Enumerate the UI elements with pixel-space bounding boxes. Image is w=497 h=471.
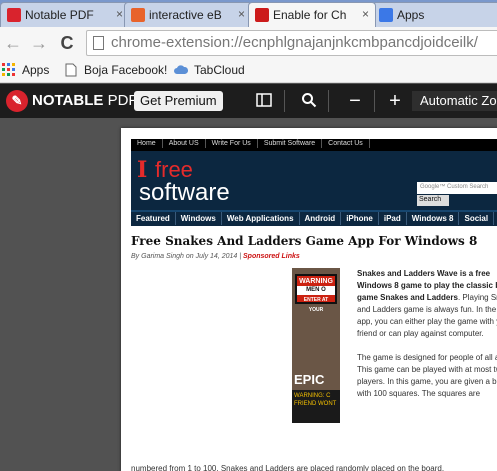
tab-apps[interactable]: Apps — [372, 2, 497, 27]
ad-bottom-caption: WARNING: C FRIEND WONT — [292, 390, 340, 423]
ebook-site-icon — [131, 8, 145, 22]
site-nav-windows8[interactable]: Windows 8 — [407, 212, 460, 225]
ad-warning-sign: WARNING MEN O ENTER AT YOUR — [295, 274, 337, 313]
get-premium-button[interactable]: Get Premium — [134, 91, 223, 111]
site-header: I free software Google™ Custom Search Se… — [131, 151, 497, 210]
article-body: Snakes and Ladders Wave is a free Window… — [357, 268, 497, 412]
byline-author[interactable]: Garima Singh — [141, 253, 184, 260]
site-link-write[interactable]: Write For Us — [206, 139, 258, 148]
adobe-pdf-icon — [255, 8, 269, 22]
site-logo-software: software — [139, 179, 230, 206]
tab-enable-for-chrome[interactable]: Enable for Ch × — [248, 2, 376, 27]
ad-warning-sub2: ENTER AT YOUR — [303, 297, 329, 313]
pdf-page: Home About US Write For Us Submit Software C… — [121, 128, 497, 471]
article-byline: By Garima Singh on July 14, 2014 | Spons… — [131, 253, 300, 260]
ad-epic-text: EPIC — [294, 372, 325, 387]
site-top-links: Home About US Write For Us Submit Software C… — [131, 139, 497, 151]
byline-by: By — [131, 253, 140, 260]
byline-on: on — [185, 253, 194, 260]
zoom-select[interactable]: Automatic Zoom — [412, 91, 497, 111]
address-text: chrome-extension://ecnphlgnajanjnkcmbpan… — [111, 34, 478, 51]
site-link-submit[interactable]: Submit Software — [258, 139, 323, 148]
site-nav-featured[interactable]: Featured — [131, 212, 176, 225]
ad-bottom-line1: WARNING: C — [294, 393, 331, 399]
bookmark-tabcloud[interactable]: TabCloud — [174, 63, 245, 77]
tab-label: interactive eB — [149, 8, 222, 22]
site-search-input[interactable]: Google™ Custom Search — [417, 182, 497, 194]
site-link-about[interactable]: About US — [163, 139, 206, 148]
apps-grid-icon — [379, 8, 393, 22]
bookmark-label: Apps — [22, 63, 50, 77]
byline-date: July 14, 2014 — [195, 253, 238, 260]
ad-bottom-line2: FRIEND WONT — [294, 401, 337, 407]
bookmark-boja-facebook[interactable]: Boja Facebook! — [64, 63, 167, 77]
toolbar-divider — [284, 90, 285, 112]
notable-logo-icon: ✎ — [6, 90, 28, 112]
search-icon[interactable] — [300, 92, 318, 110]
site-nav-android[interactable]: Android — [300, 212, 342, 225]
tab-label: Apps — [397, 8, 425, 22]
zoom-out-button[interactable]: − — [346, 91, 364, 111]
browser-toolbar: ← → C chrome-extension://ecnphlgnajanjnk… — [0, 27, 497, 59]
site-nav-social[interactable]: Social — [459, 212, 495, 225]
game-ad-image[interactable]: WARNING MEN O ENTER AT YOUR EPIC WARNING… — [292, 268, 340, 423]
zoom-in-button[interactable]: + — [386, 91, 404, 111]
ad-warning-text: WARNING — [299, 278, 333, 285]
sidebar-toggle-icon[interactable] — [255, 92, 273, 110]
article-paragraph: The game is designed for people of all a… — [357, 353, 497, 398]
site-nav-web-apps[interactable]: Web Applications — [222, 212, 300, 225]
tab-label: Notable PDF — [25, 8, 94, 22]
site-nav-windows[interactable]: Windows — [176, 212, 222, 225]
close-icon[interactable]: × — [238, 7, 245, 21]
sponsored-links[interactable]: Sponsored Links — [243, 253, 300, 260]
tab-interactive-ebook[interactable]: interactive eB × — [124, 2, 252, 27]
tab-strip: Notable PDF × interactive eB × Enable fo… — [0, 0, 497, 27]
notable-pdf-icon — [7, 8, 21, 22]
article-paragraph: Snakes and Ladders Wave is a free Window… — [357, 268, 497, 340]
bookmark-label: TabCloud — [194, 63, 245, 77]
article-paragraph-full: numbered from 1 to 100. Snakes and Ladde… — [131, 464, 445, 471]
site-nav-iphone[interactable]: iPhone — [341, 212, 379, 225]
tab-notable-pdf[interactable]: Notable PDF × — [0, 2, 130, 27]
site-link-home[interactable]: Home — [131, 139, 163, 148]
site-link-contact[interactable]: Contact Us — [322, 139, 370, 148]
close-icon[interactable]: × — [362, 7, 369, 21]
pdf-toolbar: ✎ NOTABLE PDF Get Premium − + Automatic Z… — [0, 84, 497, 118]
close-icon[interactable]: × — [116, 7, 123, 21]
bookmark-apps[interactable]: Apps — [2, 63, 49, 77]
article-title: Free Snakes And Ladders Game App For Win… — [131, 234, 478, 248]
byline-separator: | — [239, 253, 242, 260]
bookmark-label: Boja Facebook! — [84, 63, 168, 77]
bookmarks-bar: Apps Boja Facebook! TabCloud — [0, 59, 497, 83]
toolbar-divider — [328, 90, 329, 112]
logo-bold-text: NOTABLE — [32, 91, 104, 109]
page-icon — [93, 36, 104, 50]
page-icon — [64, 63, 78, 77]
toolbar-divider — [374, 90, 375, 112]
reload-icon[interactable]: C — [56, 32, 78, 54]
site-nav: Featured Windows Web Applications Android iP… — [131, 210, 497, 226]
address-bar[interactable]: chrome-extension://ecnphlgnajanjnkcmbpan… — [86, 30, 497, 56]
site-search-button[interactable]: Search — [417, 195, 449, 206]
pdf-viewer[interactable]: Home About US Write For Us Submit Software C… — [0, 118, 497, 471]
tab-label: Enable for Ch — [273, 8, 347, 22]
back-icon[interactable]: ← — [2, 32, 24, 54]
cloud-icon — [174, 63, 189, 77]
ad-warning-sub: MEN O — [297, 286, 335, 295]
notable-pdf-logo: ✎ NOTABLE PDF — [6, 90, 138, 112]
apps-grid-icon — [2, 63, 16, 77]
forward-icon[interactable]: → — [28, 32, 50, 54]
site-nav-ipad[interactable]: iPad — [379, 212, 407, 225]
